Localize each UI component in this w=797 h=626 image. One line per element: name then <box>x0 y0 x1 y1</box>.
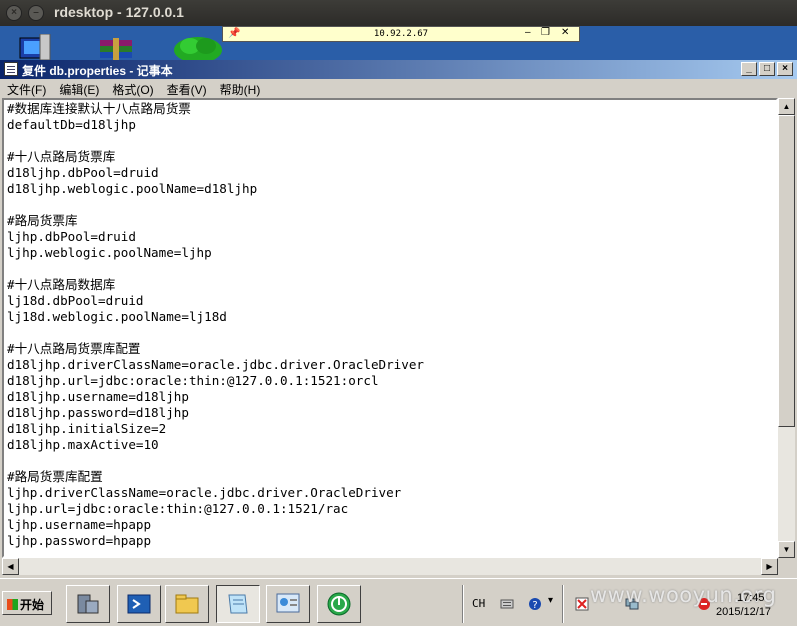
scroll-down-icon[interactable]: ▼ <box>778 541 795 558</box>
taskbar-notepad[interactable] <box>216 585 260 623</box>
keyboard-icon[interactable] <box>500 597 514 611</box>
menu-format[interactable]: 格式(O) <box>105 80 159 98</box>
taskbar-powershell[interactable] <box>117 585 161 623</box>
security-alert-icon[interactable] <box>575 597 589 611</box>
clock-time[interactable]: 17:45 <box>737 592 765 604</box>
language-indicator[interactable]: CH <box>472 597 485 610</box>
svg-text:?: ? <box>532 600 537 611</box>
maximize-button[interactable]: □ <box>759 62 775 76</box>
menu-bar: 文件(F) 编辑(E) 格式(O) 查看(V) 帮助(H) <box>0 80 797 98</box>
close-remote-icon[interactable]: ✕ <box>561 27 569 38</box>
taskbar: 开始 CH ? ▾ www.wooyun.org 17:45 2015/12/1… <box>0 578 797 626</box>
vertical-scrollbar[interactable]: ▲ ▼ <box>778 98 795 558</box>
notepad-taskbar-icon <box>228 594 248 614</box>
close-button[interactable]: × <box>777 62 793 76</box>
rdesktop-titlebar: × – rdesktop - 127.0.0.1 <box>0 0 797 26</box>
menu-help[interactable]: 帮助(H) <box>213 80 267 98</box>
tray-separator-2 <box>562 585 564 623</box>
start-button[interactable]: 开始 <box>2 591 52 615</box>
minimize-window-button[interactable]: – <box>28 5 44 21</box>
minimize-button[interactable]: _ <box>741 62 757 76</box>
server-manager-icon <box>77 594 99 614</box>
tray-expand-icon[interactable]: ▾ <box>548 595 553 606</box>
notepad-titlebar: 复件 db.properties - 记事本 _ □ × <box>0 60 797 79</box>
network-tree-icon[interactable] <box>172 34 224 60</box>
text-editor[interactable]: #数据库连接默认十八点路局货票 defaultDb=d18ljhp #十八点路局… <box>2 98 778 558</box>
horizontal-scrollbar[interactable]: ◀ ▶ <box>2 558 778 575</box>
notepad-title: 复件 db.properties - 记事本 <box>22 64 173 78</box>
help-icon[interactable]: ? <box>528 597 542 611</box>
scroll-up-icon[interactable]: ▲ <box>778 98 795 115</box>
powershell-icon <box>127 594 151 614</box>
taskbar-explorer[interactable] <box>165 585 209 623</box>
winrar-icon[interactable] <box>96 34 136 60</box>
rdesktop-title: rdesktop - 127.0.0.1 <box>54 4 184 20</box>
connection-bar: 📌 10.92.2.67 – ❐ ✕ <box>222 26 580 42</box>
notepad-icon <box>4 62 18 76</box>
close-window-button[interactable]: × <box>6 5 22 21</box>
my-computer-icon[interactable] <box>14 34 54 60</box>
tray-separator <box>462 585 464 623</box>
clock-date[interactable]: 2015/12/17 <box>716 606 771 618</box>
folder-icon <box>175 594 199 614</box>
power-green-icon <box>327 592 351 616</box>
minimize-remote-icon[interactable]: – <box>525 27 531 38</box>
scroll-left-icon[interactable]: ◀ <box>2 558 19 575</box>
restore-remote-icon[interactable]: ❐ <box>541 27 550 38</box>
windows-flag-icon <box>7 599 18 610</box>
scroll-thumb[interactable] <box>778 115 795 427</box>
taskbar-app-green[interactable] <box>317 585 361 623</box>
menu-edit[interactable]: 编辑(E) <box>52 80 105 98</box>
taskbar-control-panel[interactable] <box>266 585 310 623</box>
notepad-window: 复件 db.properties - 记事本 _ □ × 文件(F) 编辑(E)… <box>0 60 797 578</box>
scrollbar-corner <box>778 558 795 575</box>
editor-content[interactable]: #数据库连接默认十八点路局货票 defaultDb=d18ljhp #十八点路局… <box>4 100 776 549</box>
taskbar-server-manager[interactable] <box>66 585 110 623</box>
start-label: 开始 <box>20 598 45 612</box>
control-panel-icon <box>276 593 300 613</box>
menu-view[interactable]: 查看(V) <box>160 80 213 98</box>
scroll-right-icon[interactable]: ▶ <box>761 558 778 575</box>
menu-file[interactable]: 文件(F) <box>0 80 52 98</box>
